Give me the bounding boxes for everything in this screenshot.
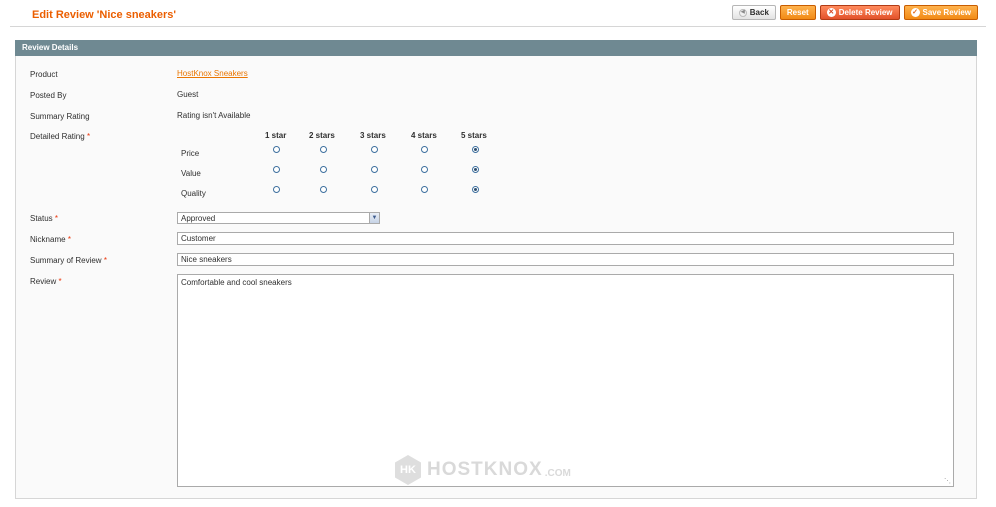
detailed-rating-text: Detailed Rating <box>30 132 85 141</box>
product-label: Product <box>30 70 58 79</box>
watermark-brand: HOSTKNOX <box>427 459 543 480</box>
rating-radio-price-5[interactable] <box>472 146 479 153</box>
rating-radio-value-5[interactable] <box>472 166 479 173</box>
rating-column-4-stars: 4 stars <box>411 131 437 140</box>
status-label: Status * <box>30 214 58 223</box>
chevron-down-icon[interactable]: ▼ <box>369 213 379 223</box>
delete-button-label: Delete Review <box>838 8 893 17</box>
rating-column-1-star: 1 star <box>265 131 287 140</box>
summary-rating-value: Rating isn't Available <box>177 111 251 120</box>
rating-row-price: Price <box>181 149 200 158</box>
rating-radio-price-1[interactable] <box>273 146 280 153</box>
rating-column-5-stars: 5 stars <box>461 131 487 140</box>
back-arrow-icon: ◀ <box>738 8 747 17</box>
nickname-label: Nickname * <box>30 235 71 244</box>
nickname-label-text: Nickname <box>30 235 66 244</box>
required-mark: * <box>67 235 71 244</box>
rating-radio-quality-3[interactable] <box>371 186 378 193</box>
rating-radio-price-4[interactable] <box>421 146 428 153</box>
required-mark: * <box>103 256 107 265</box>
rating-radio-quality-5[interactable] <box>472 186 479 193</box>
rating-radio-value-1[interactable] <box>273 166 280 173</box>
resize-grip-icon[interactable]: ⋱ <box>944 477 951 485</box>
reset-button[interactable]: Reset <box>779 5 816 20</box>
product-link[interactable]: HostKnox Sneakers <box>177 69 248 78</box>
required-mark: * <box>86 132 91 141</box>
checkmark-icon: ✓ <box>910 8 920 17</box>
action-bar: ◀ Back Reset ✕ Delete Review ✓ Save Revi… <box>731 5 978 20</box>
delete-icon: ✕ <box>826 8 836 17</box>
review-text: Comfortable and cool sneakers <box>181 278 292 287</box>
summary-label-text: Summary of Review <box>30 256 102 265</box>
hostknox-logo-icon: HK <box>395 455 421 485</box>
status-select[interactable]: Approved ▼ <box>177 212 380 224</box>
back-button-label: Back <box>749 8 769 17</box>
rating-radio-price-2[interactable] <box>320 146 327 153</box>
rating-radio-quality-2[interactable] <box>320 186 327 193</box>
rating-radio-quality-4[interactable] <box>421 186 428 193</box>
rating-column-2-stars: 2 stars <box>309 131 335 140</box>
detailed-rating-label: Detailed Rating * <box>30 132 90 141</box>
back-button[interactable]: ◀ Back <box>731 5 776 20</box>
required-mark: * <box>54 214 59 223</box>
rating-radio-value-2[interactable] <box>320 166 327 173</box>
rating-radio-price-3[interactable] <box>371 146 378 153</box>
nickname-field[interactable]: Customer <box>177 232 954 245</box>
summary-label: Summary of Review * <box>30 256 107 265</box>
header-divider <box>10 26 986 27</box>
delete-review-button[interactable]: ✕ Delete Review <box>819 5 900 20</box>
review-label-text: Review <box>30 277 57 286</box>
status-label-text: Status <box>30 214 53 223</box>
required-mark: * <box>58 277 62 286</box>
rating-row-quality: Quality <box>181 189 206 198</box>
summary-field[interactable]: Nice sneakers <box>177 253 954 266</box>
save-button-label: Save Review <box>922 8 971 17</box>
reset-button-label: Reset <box>786 8 809 17</box>
rating-row-value: Value <box>181 169 201 178</box>
page-title: Edit Review 'Nice sneakers' <box>32 9 177 21</box>
rating-radio-quality-1[interactable] <box>273 186 280 193</box>
rating-radio-value-3[interactable] <box>371 166 378 173</box>
section-title: Review Details <box>15 40 977 56</box>
watermark-tld: .COM <box>544 467 571 479</box>
posted-by-label: Posted By <box>30 91 67 100</box>
watermark: HK HOSTKNOX .COM <box>395 455 571 485</box>
status-selected-value: Approved <box>181 214 216 223</box>
review-label: Review * <box>30 277 62 286</box>
posted-by-value: Guest <box>177 90 199 99</box>
rating-radio-value-4[interactable] <box>421 166 428 173</box>
save-review-button[interactable]: ✓ Save Review <box>903 5 978 20</box>
rating-column-3-stars: 3 stars <box>360 131 386 140</box>
summary-rating-label: Summary Rating <box>30 112 90 121</box>
